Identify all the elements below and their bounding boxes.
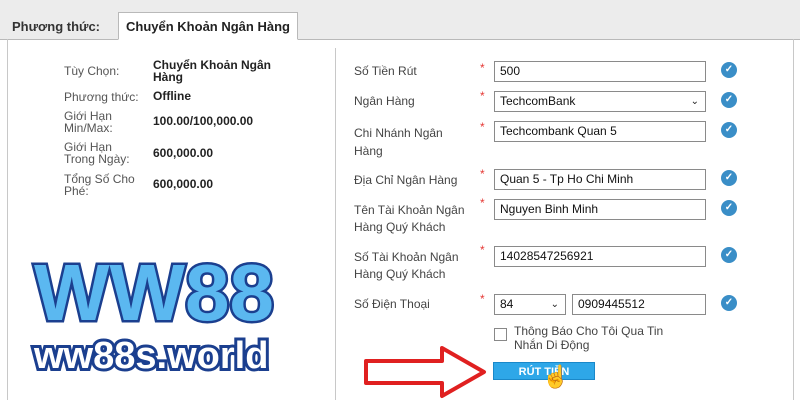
- amount-input[interactable]: 500: [494, 61, 706, 82]
- method-info-value: Offline: [153, 89, 191, 103]
- limit-value: 100.00/100,000.00: [153, 114, 254, 128]
- phone-label: Số Điện Thoại: [354, 297, 430, 311]
- method-label: Phương thức:: [12, 19, 101, 34]
- option-value-line2: Hàng: [153, 70, 183, 84]
- option-label: Tùy Chọn:: [64, 64, 120, 78]
- arrow-right-icon: [364, 346, 486, 398]
- bank-required-mark: *: [480, 89, 485, 103]
- method-info-label: Phương thức:: [64, 90, 139, 104]
- phone-input[interactable]: 0909445512: [572, 294, 706, 315]
- daily-label-line2: Trong Ngày:: [64, 152, 130, 166]
- fee-value: 600,000.00: [153, 177, 214, 191]
- chevron-down-icon: ⌄: [550, 299, 559, 310]
- address-valid-icon: ✓: [721, 170, 737, 186]
- address-required-mark: *: [480, 167, 485, 181]
- phone-valid-icon: ✓: [721, 295, 737, 311]
- site-text: ww88s.world: [33, 335, 268, 377]
- amount-required-mark: *: [480, 61, 485, 75]
- account-name-input[interactable]: Nguyen Binh Minh: [494, 199, 706, 220]
- sms-notify-label: Thông Báo Cho Tôi Qua Tin Nhắn Di Động: [514, 324, 714, 352]
- account-name-required-mark: *: [480, 196, 485, 210]
- limit-label-line2: Min/Max:: [64, 121, 113, 135]
- branch-required-mark: *: [480, 120, 485, 134]
- ww88-logo: WW88 ww88s.world: [30, 246, 277, 381]
- phone-code-value: 84: [500, 297, 514, 311]
- branch-input[interactable]: Techcombank Quan 5: [494, 121, 706, 142]
- logo-text: WW88: [34, 248, 274, 337]
- hand-cursor-icon: ☝: [542, 364, 570, 389]
- account-number-label-line2: Hàng Quý Khách: [354, 267, 446, 281]
- sms-notify-label-line1: Thông Báo Cho Tôi Qua Tin: [514, 324, 664, 338]
- address-label: Địa Chỉ Ngân Hàng: [354, 173, 458, 187]
- account-name-valid-icon: ✓: [721, 200, 737, 216]
- sms-notify-label-line2: Nhắn Di Động: [514, 338, 590, 352]
- account-number-input[interactable]: 14028547256921: [494, 246, 706, 267]
- address-input[interactable]: Quan 5 - Tp Ho Chi Minh: [494, 169, 706, 190]
- account-number-valid-icon: ✓: [721, 247, 737, 263]
- tab-bank-transfer[interactable]: Chuyển Khoản Ngân Hàng: [118, 12, 298, 40]
- fee-label-line2: Phé:: [64, 184, 89, 198]
- branch-valid-icon: ✓: [721, 122, 737, 138]
- column-divider: [335, 48, 336, 400]
- amount-valid-icon: ✓: [721, 62, 737, 78]
- account-name-label-line2: Hàng Quý Khách: [354, 220, 446, 234]
- chevron-down-icon: ⌄: [690, 96, 699, 107]
- branch-label-line2: Hàng: [354, 144, 383, 158]
- account-name-label-line1: Tên Tài Khoản Ngân: [354, 203, 465, 217]
- account-number-label-line1: Số Tài Khoản Ngân: [354, 250, 459, 264]
- bank-label: Ngân Hàng: [354, 94, 415, 108]
- daily-value: 600,000.00: [153, 146, 214, 160]
- bank-select-value: TechcomBank: [500, 94, 576, 108]
- phone-required-mark: *: [480, 292, 485, 306]
- amount-label: Số Tiền Rút: [354, 64, 417, 78]
- branch-label-line1: Chi Nhánh Ngân: [354, 126, 443, 140]
- bank-valid-icon: ✓: [721, 92, 737, 108]
- phone-code-select[interactable]: 84 ⌄: [494, 294, 566, 315]
- sms-notify-checkbox[interactable]: [494, 328, 507, 341]
- account-number-required-mark: *: [480, 243, 485, 257]
- bank-select[interactable]: TechcomBank ⌄: [494, 91, 706, 112]
